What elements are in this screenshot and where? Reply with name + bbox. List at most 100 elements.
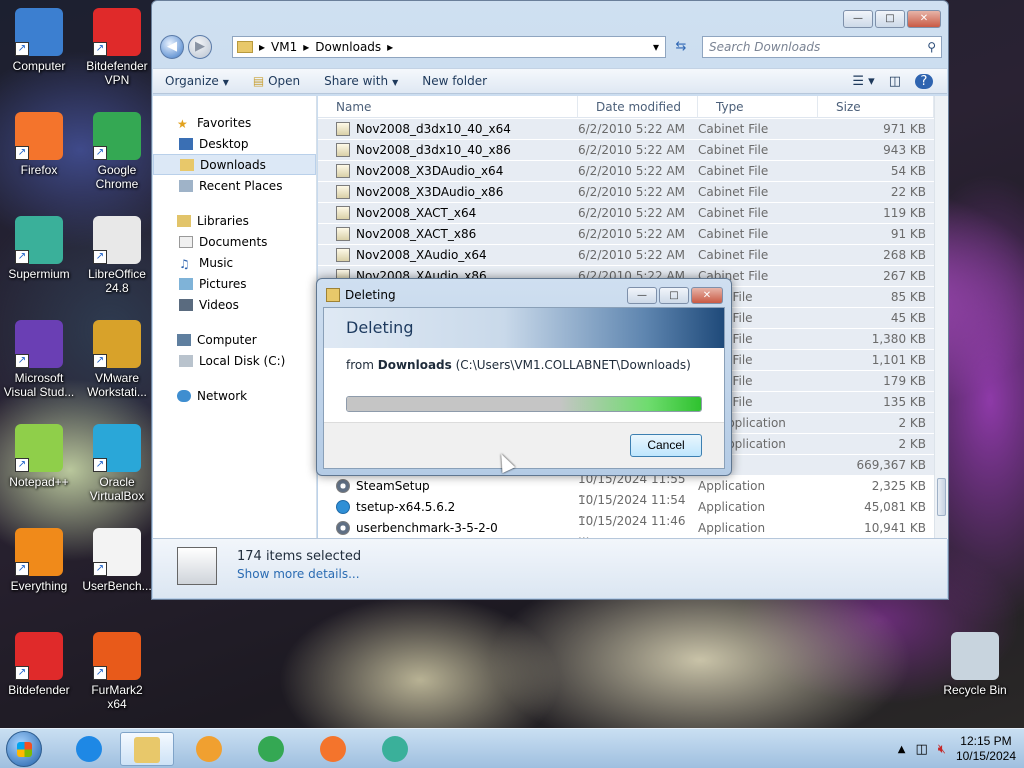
dialog-maximize-button[interactable]: □ xyxy=(659,287,689,304)
from-prefix: from xyxy=(346,358,374,372)
file-type: Application xyxy=(698,521,766,535)
refresh-icon[interactable]: ⇆ xyxy=(670,36,692,58)
desktop-icon-vmware[interactable]: ↗ VMware Workstati... xyxy=(80,320,154,399)
view-options-icon[interactable]: ☰ ▾ xyxy=(852,74,874,89)
file-date: 6/2/2010 5:22 AM xyxy=(578,164,686,178)
file-row[interactable]: Nov2008_XACT_x86 6/2/2010 5:22 AM Cabinet … xyxy=(318,224,934,245)
file-row[interactable]: Nov2008_d3dx10_40_x64 6/2/2010 5:22 AM Cab… xyxy=(318,119,934,140)
desktop-icon-libreoffice[interactable]: ↗ LibreOffice 24.8 xyxy=(80,216,154,295)
breadcrumb-vm1[interactable]: VM1 xyxy=(271,40,297,54)
desktop-icon-bitdefender-vpn[interactable]: ↗ Bitdefender VPN xyxy=(80,8,154,87)
file-row[interactable]: userbenchmark-3-5-2-0 10/15/2024 11:46 ..… xyxy=(318,514,934,542)
nav-videos[interactable]: Videos xyxy=(153,294,316,315)
file-row[interactable]: Nov2008_X3DAudio_x64 6/2/2010 5:22 AM Cabi… xyxy=(318,161,934,182)
search-icon[interactable]: ⚲ xyxy=(927,37,936,57)
taskbar-media-player-button[interactable] xyxy=(182,732,236,766)
dialog-close-button[interactable]: ✕ xyxy=(691,287,723,304)
taskbar-chrome-button[interactable] xyxy=(244,732,298,766)
desktop-icon-everything[interactable]: ↗ Everything xyxy=(2,528,76,593)
vertical-scrollbar[interactable] xyxy=(934,96,948,539)
start-button[interactable] xyxy=(6,731,42,767)
scrollbar-thumb[interactable] xyxy=(937,478,946,516)
help-icon[interactable]: ? xyxy=(915,73,933,89)
deleting-dialog: Deleting — □ ✕ Deleting from Downloads (… xyxy=(316,278,732,476)
desktop-icon xyxy=(179,137,193,150)
desktop-icon-virtualbox[interactable]: ↗ Oracle VirtualBox xyxy=(80,424,154,503)
volume-muted-icon[interactable]: 🔇︎ xyxy=(938,742,946,757)
videos-icon xyxy=(179,298,193,311)
new-folder-button[interactable]: New folder xyxy=(410,74,499,88)
organize-button[interactable]: Organize ▼ xyxy=(153,74,241,88)
desktop-icon-chrome[interactable]: ↗ Google Chrome xyxy=(80,112,154,191)
file-name-cell: userbenchmark-3-5-2-0 xyxy=(318,521,578,535)
preview-pane-icon[interactable]: ◫ xyxy=(889,74,901,89)
breadcrumb-downloads[interactable]: Downloads xyxy=(315,40,381,54)
dialog-minimize-button[interactable]: — xyxy=(627,287,657,304)
nav-pictures[interactable]: Pictures xyxy=(153,273,316,294)
desktop-icon-label: Notepad++ xyxy=(9,475,69,489)
file-row[interactable]: Nov2008_d3dx10_40_x86 6/2/2010 5:22 AM Cab… xyxy=(318,140,934,161)
column-date-modified[interactable]: Date modified xyxy=(578,95,698,118)
column-name[interactable]: Name xyxy=(318,95,578,118)
cancel-button[interactable]: Cancel xyxy=(630,434,702,457)
clock[interactable]: 12:15 PM 10/15/2024 xyxy=(956,734,1016,764)
nav-libraries[interactable]: Libraries xyxy=(153,210,316,231)
chevron-down-icon[interactable]: ▾ xyxy=(653,40,665,54)
file-row[interactable]: Nov2008_X3DAudio_x86 6/2/2010 5:22 AM Cabi… xyxy=(318,182,934,203)
taskbar-firefox-button[interactable] xyxy=(306,732,360,766)
nav-local-disk[interactable]: Local Disk (C:) xyxy=(153,350,316,371)
desktop-icon-supermium[interactable]: ↗ Supermium xyxy=(2,216,76,281)
minimize-button[interactable]: — xyxy=(843,10,873,28)
column-type[interactable]: Type xyxy=(698,95,818,118)
file-row[interactable]: Nov2008_XAudio_x64 6/2/2010 5:22 AM Cabine… xyxy=(318,245,934,266)
desktop-icon-computer[interactable]: ↗ Computer xyxy=(2,8,76,73)
chevron-down-icon: ▼ xyxy=(222,78,229,87)
file-name: Nov2008_X3DAudio_x86 xyxy=(356,185,504,199)
desktop-icon-furmark[interactable]: ↗ FurMark2 x64 xyxy=(80,632,154,711)
nav-network[interactable]: Network xyxy=(153,385,316,406)
file-size: 2 KB xyxy=(898,437,926,451)
search-input[interactable]: Search Downloads ⚲ xyxy=(702,36,942,58)
open-icon: ▤ xyxy=(252,74,265,88)
nav-desktop[interactable]: Desktop xyxy=(153,133,316,154)
nav-documents[interactable]: Documents xyxy=(153,231,316,252)
desktop-icon-notepadpp[interactable]: ↗ Notepad++ xyxy=(2,424,76,489)
desktop-icon-userbenchmark[interactable]: ↗ UserBench... xyxy=(80,528,154,593)
file-size: 179 KB xyxy=(883,374,926,388)
taskbar-supermium-button[interactable] xyxy=(368,732,422,766)
forward-button[interactable]: ▶ xyxy=(188,35,212,59)
nav-favorites[interactable]: ★ Favorites xyxy=(153,112,316,133)
show-hidden-icons-icon[interactable]: ▲ xyxy=(898,744,906,755)
file-name: Nov2008_X3DAudio_x64 xyxy=(356,164,504,178)
file-date: 6/2/2010 5:22 AM xyxy=(578,143,686,157)
show-more-details-link[interactable]: Show more details... xyxy=(237,567,360,581)
desktop-icon-recycle-bin[interactable]: Recycle Bin xyxy=(938,632,1012,697)
nav-recent-places[interactable]: Recent Places xyxy=(153,175,316,196)
address-bar[interactable]: ▸ VM1 ▸ Downloads ▸ ▾ xyxy=(232,36,666,58)
nav-computer[interactable]: Computer xyxy=(153,329,316,350)
desktop-icon-firefox[interactable]: ↗ Firefox xyxy=(2,112,76,177)
nav-music[interactable]: ♫ Music xyxy=(153,252,316,273)
dialog-body: Deleting from Downloads (C:\Users\VM1.CO… xyxy=(323,307,725,469)
back-button[interactable]: ◀ xyxy=(160,35,184,59)
close-button[interactable]: ✕ xyxy=(907,10,941,28)
cabinet-file-icon xyxy=(336,164,350,178)
file-name-cell: Nov2008_XACT_x64 xyxy=(318,206,578,220)
file-row[interactable]: Nov2008_XACT_x64 6/2/2010 5:22 AM Cabinet … xyxy=(318,203,934,224)
open-button[interactable]: ▤ Open xyxy=(241,74,312,88)
new-folder-label: New folder xyxy=(422,74,488,88)
libraries-icon xyxy=(177,214,191,227)
desktop-icon-bitdefender[interactable]: ↗ Bitdefender xyxy=(2,632,76,697)
column-size[interactable]: Size xyxy=(818,95,934,118)
taskbar-internet-explorer-button[interactable] xyxy=(62,732,116,766)
nav-desktop-label: Desktop xyxy=(199,136,249,151)
desktop-icon-label: Supermium xyxy=(8,267,70,281)
share-with-button[interactable]: Share with ▼ xyxy=(312,74,410,88)
maximize-button[interactable]: □ xyxy=(875,10,905,28)
downloads-folder-icon xyxy=(180,158,194,171)
chevron-down-icon: ▼ xyxy=(392,78,399,87)
network-tray-icon[interactable]: ◫ xyxy=(915,742,927,757)
taskbar-explorer-button[interactable] xyxy=(120,732,174,766)
nav-downloads[interactable]: Downloads xyxy=(153,154,316,175)
desktop-icon-visual-studio[interactable]: ↗ Microsoft Visual Stud... xyxy=(2,320,76,399)
